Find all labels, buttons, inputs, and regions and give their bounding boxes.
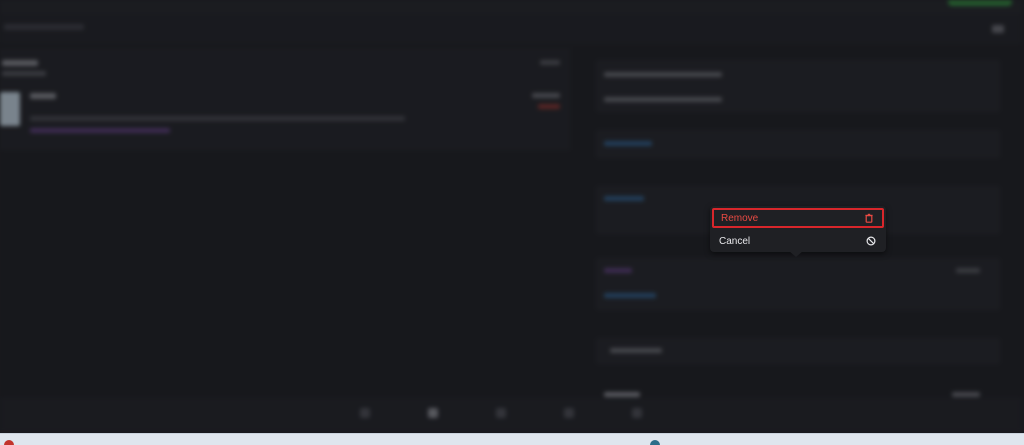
app-window: Remove Cancel <box>0 0 1024 445</box>
customer-name-placeholder <box>2 60 38 66</box>
notes-card <box>596 130 1000 158</box>
taskbar-app-icon-2[interactable] <box>650 440 660 445</box>
nav-orders-icon <box>496 408 506 418</box>
notes-link-placeholder <box>604 141 652 146</box>
item-count-placeholder <box>540 60 560 65</box>
cart-panel <box>0 48 570 150</box>
customer-detail-placeholder <box>2 71 46 76</box>
product-name-placeholder <box>30 93 56 99</box>
nav-more-icon <box>632 408 642 418</box>
subtotal-value-placeholder <box>952 392 980 397</box>
offers-card <box>596 60 1000 112</box>
discount-value-placeholder <box>956 268 980 273</box>
item-action-popup: Remove Cancel <box>710 206 886 252</box>
os-taskbar <box>0 433 1024 445</box>
bottom-navigation <box>0 398 1022 433</box>
product-desc-placeholder <box>30 116 405 121</box>
product-price-placeholder <box>532 93 560 98</box>
product-link-placeholder <box>30 128 170 133</box>
product-thumbnail <box>0 92 20 126</box>
tags-link-placeholder <box>604 196 644 201</box>
select-placeholder <box>610 348 662 353</box>
discount-card <box>596 258 1000 310</box>
product-discount-placeholder <box>538 104 560 109</box>
subtotal-label-placeholder <box>604 392 640 397</box>
keyboard-icon <box>992 25 1004 33</box>
cancel-label: Cancel <box>719 235 751 247</box>
popup-pointer <box>789 251 803 257</box>
top-bar <box>0 0 1022 14</box>
discount-code-placeholder <box>604 268 632 273</box>
sub-header-text-placeholder <box>4 24 84 30</box>
remove-button[interactable]: Remove <box>712 208 884 228</box>
add-discount-placeholder <box>604 293 656 298</box>
cancel-button[interactable]: Cancel <box>712 231 884 251</box>
top-action-button <box>948 0 1012 6</box>
nav-customer-icon <box>360 408 370 418</box>
remove-label: Remove <box>721 212 759 224</box>
trash-icon <box>865 213 873 223</box>
sub-header <box>0 14 1022 44</box>
taskbar-app-icon[interactable] <box>4 440 14 445</box>
offer-line-2 <box>604 97 722 102</box>
nav-cart-icon <box>428 408 438 418</box>
nav-products-icon <box>564 408 574 418</box>
cancel-icon <box>866 236 876 246</box>
offer-line-1 <box>604 72 722 77</box>
